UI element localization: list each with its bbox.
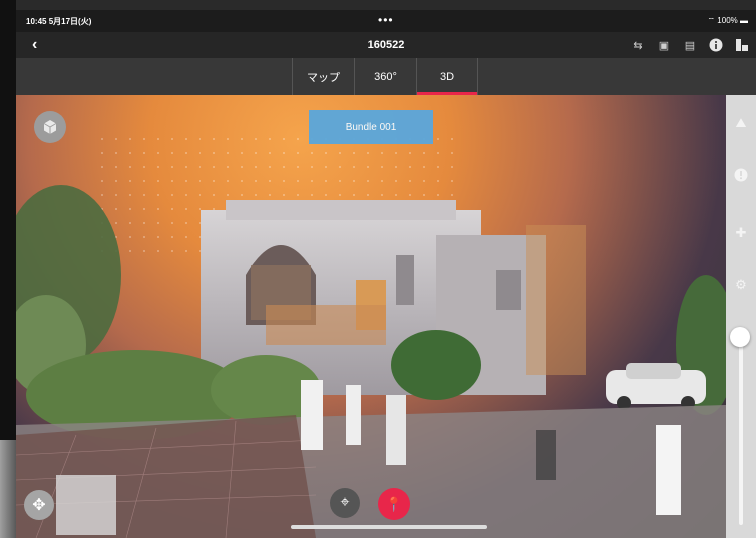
zoom-slider-knob[interactable] bbox=[730, 327, 750, 347]
tab-360[interactable]: 360° bbox=[354, 58, 416, 95]
camera-icon[interactable]: ▣ bbox=[656, 37, 672, 53]
swap-icon[interactable]: ⇆ bbox=[630, 37, 646, 53]
status-bar: 10:45 5月17日(火) ••• ⌔ 100% ▬ bbox=[16, 10, 756, 32]
crosshair-button[interactable]: ⌖ bbox=[330, 488, 360, 518]
point-cloud-scene[interactable] bbox=[16, 95, 726, 538]
nav-bar: ‹ 160522 ⇆ ▣ ▤ bbox=[16, 32, 756, 58]
layers-icon[interactable]: ⛰ bbox=[733, 115, 749, 131]
move-icon: ✥ bbox=[32, 497, 46, 514]
multitask-dots[interactable]: ••• bbox=[378, 13, 394, 27]
document-icon[interactable]: ▤ bbox=[682, 37, 698, 53]
zoom-slider-track[interactable] bbox=[739, 335, 743, 525]
add-pin-button[interactable]: 📍 bbox=[378, 488, 410, 520]
crosshair-icon: ⌖ bbox=[340, 494, 350, 511]
battery-indicator: ⌔ 100% ▬ bbox=[707, 16, 748, 25]
nav-actions: ⇆ ▣ ▤ bbox=[630, 37, 750, 53]
tab-map[interactable]: マップ bbox=[292, 58, 354, 95]
home-indicator[interactable] bbox=[291, 525, 487, 529]
navigate-button[interactable]: ✥ bbox=[24, 490, 54, 520]
ipad-screen: 10:45 5月17日(火) ••• ⌔ 100% ▬ ‹ 160522 ⇆ ▣… bbox=[0, 0, 756, 538]
tab-3d[interactable]: 3D bbox=[416, 58, 478, 95]
cube-view-button[interactable] bbox=[34, 111, 66, 143]
alert-icon[interactable] bbox=[733, 167, 749, 183]
thumbtack-icon[interactable]: ✚ bbox=[733, 225, 749, 241]
info-icon[interactable] bbox=[708, 37, 724, 53]
view-tabs: マップ 360° 3D bbox=[16, 58, 756, 95]
status-time: 10:45 5月17日(火) bbox=[26, 17, 92, 26]
layout-icon[interactable] bbox=[734, 37, 750, 53]
bundle-label[interactable]: Bundle 001 bbox=[309, 110, 433, 144]
cube-icon bbox=[43, 120, 57, 134]
gear-icon[interactable]: ⚙ bbox=[733, 277, 749, 293]
point-cloud-viewer[interactable]: Bundle 001 ✥ ⌖ 📍 bbox=[16, 95, 726, 538]
right-toolbar: ⛰ ✚ ⚙ bbox=[726, 95, 756, 538]
pin-icon: 📍 bbox=[385, 495, 403, 512]
device-bezel bbox=[0, 0, 16, 538]
